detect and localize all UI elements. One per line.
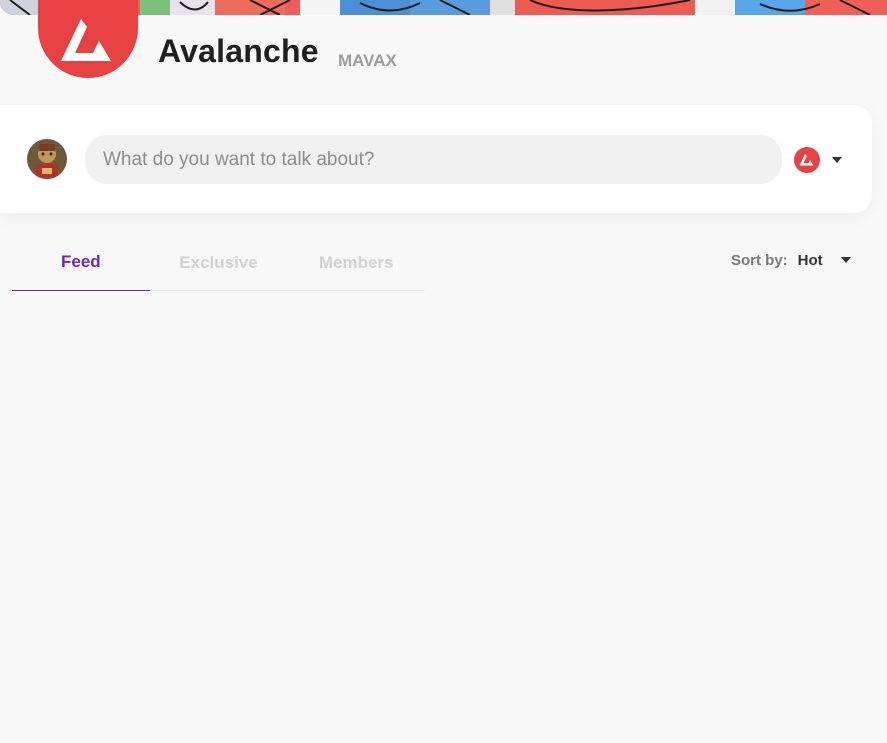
post-input[interactable] xyxy=(85,135,782,184)
tab-members[interactable]: Members xyxy=(287,236,425,291)
post-composer xyxy=(0,105,872,213)
sort-label: Sort by: xyxy=(731,251,788,269)
sort-dropdown[interactable]: Sort by: Hot xyxy=(731,250,851,270)
feed-tabs: Feed Exclusive Members xyxy=(12,236,425,291)
community-logo xyxy=(34,0,142,82)
community-name: Avalanche xyxy=(158,33,319,69)
user-avatar[interactable] xyxy=(27,139,67,179)
community-page: Avalanche MAVAX Feed xyxy=(0,0,887,743)
chevron-down-icon xyxy=(840,257,851,263)
community-selector[interactable] xyxy=(794,145,846,175)
chevron-down-icon xyxy=(832,157,842,163)
community-ticker: MAVAX xyxy=(338,51,397,70)
avalanche-logo-icon xyxy=(38,0,138,78)
avalanche-logo-icon xyxy=(794,147,820,173)
sort-value: Hot xyxy=(797,251,823,269)
tab-feed[interactable]: Feed xyxy=(12,236,150,291)
tab-exclusive[interactable]: Exclusive xyxy=(150,236,288,291)
